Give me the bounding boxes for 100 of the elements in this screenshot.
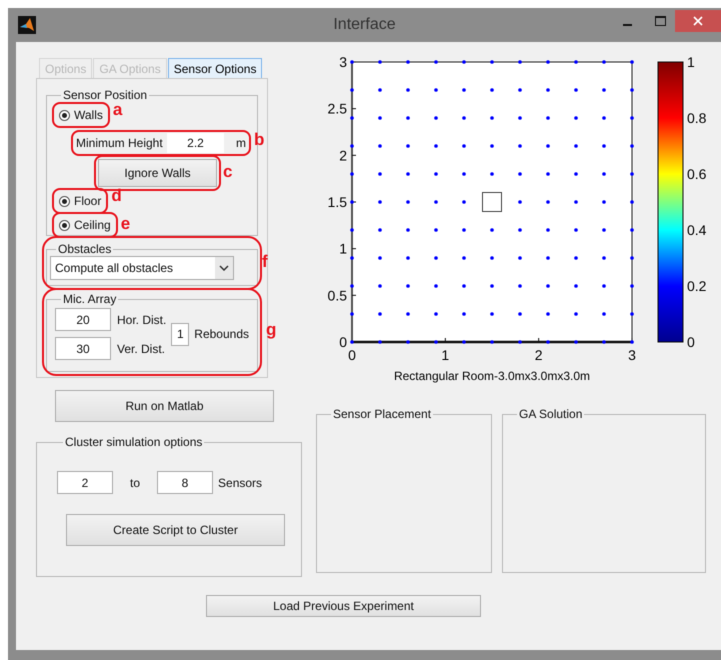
- data-point: [630, 88, 634, 92]
- range-label: to: [130, 476, 140, 490]
- data-point: [518, 340, 522, 344]
- data-point: [490, 312, 494, 316]
- annotation-label: g: [266, 320, 276, 340]
- data-point: [378, 60, 382, 64]
- data-point: [350, 172, 354, 176]
- data-point: [630, 228, 634, 232]
- data-point: [434, 284, 438, 288]
- square-marker: [482, 192, 502, 212]
- data-point: [602, 88, 606, 92]
- y-tick-label: 0: [339, 334, 347, 350]
- run-button[interactable]: Run on Matlab: [55, 390, 274, 422]
- data-point: [350, 340, 354, 344]
- data-point: [574, 88, 578, 92]
- annotation-label: a: [112, 100, 122, 120]
- ignore-walls-button[interactable]: Ignore Walls: [98, 159, 217, 187]
- data-point: [350, 256, 354, 260]
- colorbar-tick-label: 0.2: [687, 278, 706, 294]
- data-point: [546, 340, 550, 344]
- data-point: [574, 60, 578, 64]
- input-field[interactable]: 1: [171, 322, 190, 346]
- data-point: [630, 172, 634, 176]
- input-field[interactable]: 2.2: [167, 133, 224, 153]
- data-point: [462, 200, 466, 204]
- data-point: [350, 200, 354, 204]
- data-point: [350, 88, 354, 92]
- data-point: [602, 256, 606, 260]
- data-point: [574, 256, 578, 260]
- data-point: [434, 228, 438, 232]
- data-point: [630, 60, 634, 64]
- y-tick-label: 3: [339, 54, 347, 70]
- data-point: [406, 172, 410, 176]
- data-point: [546, 144, 550, 148]
- x-tick-label: 3: [628, 347, 636, 363]
- data-point: [434, 200, 438, 204]
- data-point: [434, 340, 438, 344]
- field-label: Ver. Dist.: [117, 342, 166, 356]
- data-point: [350, 312, 354, 316]
- group-title: Sensor Position: [62, 88, 148, 102]
- data-point: [630, 116, 634, 120]
- axis-caption: Rectangular Room-3.0mx3.0mx3.0m: [394, 369, 590, 383]
- data-point: [350, 284, 354, 288]
- group-title: Obstacles: [57, 242, 112, 256]
- data-point: [406, 284, 410, 288]
- radio-button[interactable]: Walls: [57, 106, 105, 124]
- data-point: [602, 200, 606, 204]
- data-point: [490, 340, 494, 344]
- data-point: [574, 200, 578, 204]
- input-field[interactable]: 30: [55, 337, 111, 360]
- data-point: [462, 340, 466, 344]
- y-tick-label: 0.5: [328, 287, 347, 304]
- data-point: [490, 228, 494, 232]
- data-point: [574, 312, 578, 316]
- data-point: [490, 88, 494, 92]
- data-point: [490, 144, 494, 148]
- data-point: [602, 60, 606, 64]
- close-button[interactable]: [675, 10, 721, 32]
- data-point: [490, 172, 494, 176]
- data-point: [406, 200, 410, 204]
- input-field[interactable]: 2: [57, 471, 113, 494]
- data-point: [518, 88, 522, 92]
- colorbar-tick-label: 1: [687, 54, 695, 70]
- radio-button[interactable]: Floor: [57, 192, 104, 210]
- data-point: [574, 172, 578, 176]
- input-field[interactable]: 20: [55, 308, 111, 331]
- data-point: [490, 60, 494, 64]
- data-point: [378, 172, 382, 176]
- data-point: [574, 340, 578, 344]
- data-point: [518, 312, 522, 316]
- unit-label: m: [235, 136, 246, 150]
- minimize-icon: [622, 24, 632, 26]
- chevron-down-icon: [215, 257, 233, 279]
- create-script-button[interactable]: Create Script to Cluster: [66, 514, 285, 546]
- tab[interactable]: Sensor Options: [168, 58, 262, 78]
- data-point: [630, 340, 634, 344]
- data-point: [602, 144, 606, 148]
- data-point: [602, 172, 606, 176]
- data-point: [546, 60, 550, 64]
- data-point: [490, 116, 494, 120]
- radio-button[interactable]: Ceiling: [57, 216, 113, 234]
- colorbar-tick-label: 0: [687, 334, 695, 350]
- data-point: [546, 200, 550, 204]
- data-point: [434, 312, 438, 316]
- data-point: [462, 144, 466, 148]
- data-point: [518, 172, 522, 176]
- input-field[interactable]: 8: [157, 471, 214, 494]
- data-point: [462, 60, 466, 64]
- data-point: [406, 116, 410, 120]
- data-point: [434, 144, 438, 148]
- data-point: [490, 256, 494, 260]
- data-point: [434, 88, 438, 92]
- load-experiment-button[interactable]: Load Previous Experiment: [206, 595, 481, 617]
- data-point: [630, 256, 634, 260]
- data-point: [630, 144, 634, 148]
- data-point: [518, 284, 522, 288]
- dropdown[interactable]: Compute all obstacles: [50, 256, 234, 280]
- data-point: [518, 256, 522, 260]
- data-point: [462, 312, 466, 316]
- data-point: [378, 312, 382, 316]
